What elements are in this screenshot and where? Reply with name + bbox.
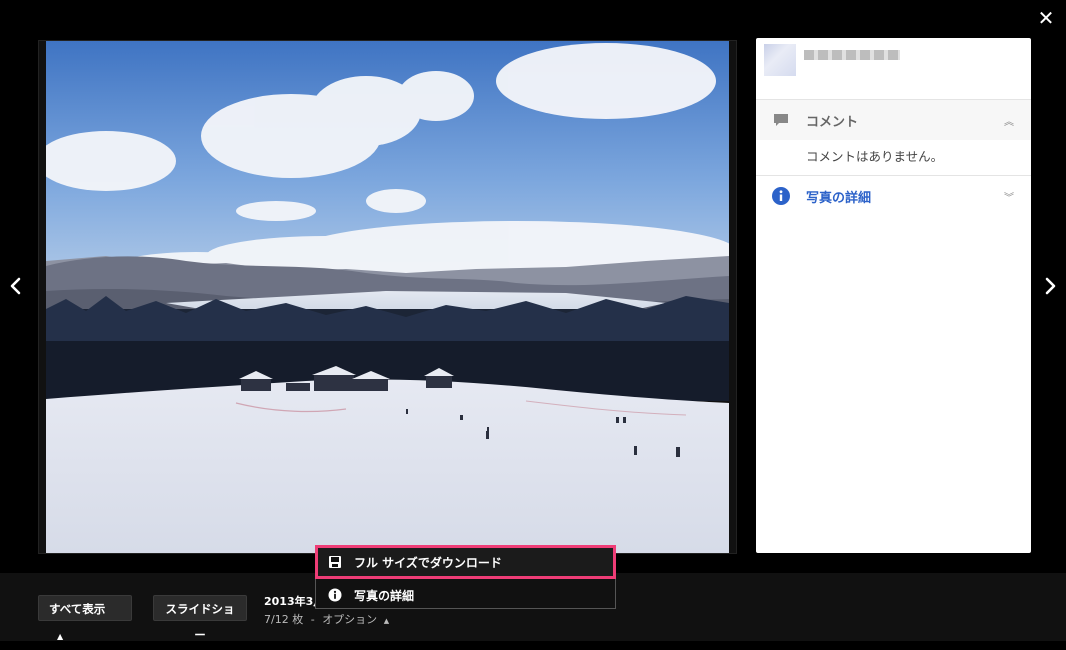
info-sidebar: コメント ︽ コメントはありません。 写真の詳細 ︾ [756,38,1031,553]
comments-section: コメント ︽ コメントはありません。 [756,100,1031,176]
photo-count-line: 7/12 枚 - オプション ▲ [264,611,389,627]
menu-item-label: フル サイズでダウンロード [354,555,502,570]
caret-up-icon: ▲ [57,632,64,641]
owner-name[interactable] [804,50,900,60]
show-all-button[interactable]: すべて表示 ▲ [38,595,132,641]
separator: - [310,613,315,626]
info-icon [316,588,354,602]
expand-chevron-icon[interactable]: ︾ [987,189,1031,204]
comments-header[interactable]: コメント ︽ [756,100,1031,140]
owner-row [756,38,1031,100]
slideshow-button[interactable]: スライドショー [153,595,247,642]
no-comments-text: コメントはありません。 [806,149,944,164]
main-photo[interactable] [46,41,729,553]
previous-photo-arrow-icon[interactable] [2,270,30,302]
caret-up-icon: ▲ [383,617,390,625]
comments-title: コメント [806,114,859,130]
options-label: オプション [322,613,378,626]
download-full-size-menu-item[interactable]: フル サイズでダウンロード [315,545,616,579]
photo-details-header[interactable]: 写真の詳細 ︾ [756,176,1031,216]
menu-item-label: 写真の詳細 [354,588,415,603]
photo-frame [38,40,737,554]
info-icon [756,186,806,206]
close-icon[interactable]: ✕ [1034,6,1058,30]
next-photo-arrow-icon[interactable] [1036,270,1064,302]
show-all-label: すべて表示 [49,602,106,616]
photo-count: 7/12 枚 [264,613,304,626]
photo-details-menu-item[interactable]: 写真の詳細 [316,580,615,610]
options-link[interactable]: オプション ▲ [322,613,389,626]
slideshow-label: スライドショー [165,602,235,642]
photo-details-title: 写真の詳細 [806,190,872,206]
options-popup-menu: フル サイズでダウンロード 写真の詳細 [315,545,616,609]
photo-details-section: 写真の詳細 ︾ [756,176,1031,216]
avatar[interactable] [764,44,796,76]
comment-icon [756,113,806,127]
save-icon [316,555,354,569]
collapse-chevron-icon[interactable]: ︽ [987,113,1031,128]
